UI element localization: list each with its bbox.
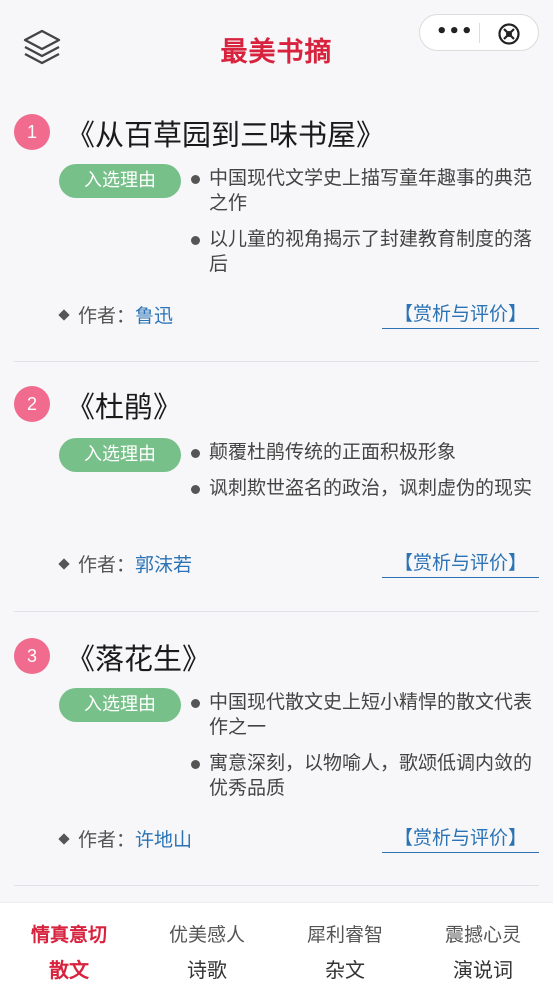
mini-program-capsule: ••• <box>419 14 539 51</box>
reason-item: 寓意深刻，以物喻人，歌颂低调内敛的优秀品质 <box>189 751 534 801</box>
tab-speech[interactable]: 震撼心灵 演说词 <box>414 903 552 991</box>
tab-label: 演说词 <box>453 958 513 982</box>
bottom-tab-bar: 情真意切 散文 优美感人 诗歌 犀利睿智 杂文 震撼心灵 演说词 <box>0 902 553 991</box>
diamond-icon <box>58 308 70 321</box>
reason-item: 颠覆杜鹃传统的正面积极形象 <box>189 440 534 465</box>
capsule-divider <box>479 23 480 43</box>
tab-label: 诗歌 <box>187 958 227 982</box>
book-title[interactable]: 《杜鹃》 <box>66 384 182 426</box>
diamond-icon <box>58 557 70 570</box>
reason-tag: 入选理由 <box>59 164 181 198</box>
reason-tag: 入选理由 <box>59 438 181 472</box>
tab-prose[interactable]: 情真意切 散文 <box>0 903 138 991</box>
tab-poetry[interactable]: 优美感人 诗歌 <box>138 903 276 991</box>
author-label: 作者： <box>78 829 136 851</box>
book-title[interactable]: 《从百草园到三味书屋》 <box>66 112 385 154</box>
tab-subtitle: 情真意切 <box>30 924 107 946</box>
author-row: 作者：鲁迅 <box>58 301 173 328</box>
tab-label: 杂文 <box>325 958 365 982</box>
author-row: 作者：许地山 <box>58 825 192 852</box>
author-row: 作者：郭沫若 <box>58 550 192 577</box>
author-name[interactable]: 许地山 <box>135 829 192 851</box>
tab-essay[interactable]: 犀利睿智 杂文 <box>276 903 414 991</box>
tab-subtitle: 犀利睿智 <box>306 924 383 946</box>
book-index-badge: 1 <box>14 114 50 150</box>
book-list: 1 《从百草园到三味书屋》 入选理由 中国现代文学史上描写童年趣事的典范之作 以… <box>0 90 553 900</box>
top-bar: 最美书摘 ••• <box>0 0 553 90</box>
more-dots-icon[interactable]: ••• <box>436 23 474 41</box>
author-name[interactable]: 郭沫若 <box>135 554 192 576</box>
reason-item: 以儿童的视角揭示了封建教育制度的落后 <box>189 227 534 277</box>
tab-subtitle: 优美感人 <box>168 924 245 946</box>
reason-item: 讽刺欺世盗名的政治，讽刺虚伪的现实 <box>189 476 534 501</box>
reason-item: 中国现代散文史上短小精悍的散文代表作之一 <box>189 690 534 740</box>
author-label: 作者： <box>78 305 136 327</box>
book-card[interactable]: 2 《杜鹃》 入选理由 颠覆杜鹃传统的正面积极形象 讽刺欺世盗名的政治，讽刺虚伪… <box>14 362 539 612</box>
appreciate-link[interactable]: 【赏析与评价】 <box>382 823 539 853</box>
reason-tag: 入选理由 <box>59 688 181 722</box>
close-circle-icon[interactable] <box>497 22 521 46</box>
diamond-icon <box>58 832 70 845</box>
tab-subtitle: 震撼心灵 <box>444 924 521 946</box>
book-title[interactable]: 《落花生》 <box>66 636 211 678</box>
appreciate-link[interactable]: 【赏析与评价】 <box>382 548 539 578</box>
book-card[interactable]: 3 《落花生》 入选理由 中国现代散文史上短小精悍的散文代表作之一 寓意深刻，以… <box>14 612 539 886</box>
author-name[interactable]: 鲁迅 <box>135 305 173 327</box>
book-index-badge: 2 <box>14 386 50 422</box>
reason-item: 中国现代文学史上描写童年趣事的典范之作 <box>189 166 534 216</box>
author-label: 作者： <box>78 554 136 576</box>
book-card[interactable]: 1 《从百草园到三味书屋》 入选理由 中国现代文学史上描写童年趣事的典范之作 以… <box>14 90 539 362</box>
book-index-badge: 3 <box>14 638 50 674</box>
appreciate-link[interactable]: 【赏析与评价】 <box>382 299 539 329</box>
tab-label: 散文 <box>49 958 89 982</box>
